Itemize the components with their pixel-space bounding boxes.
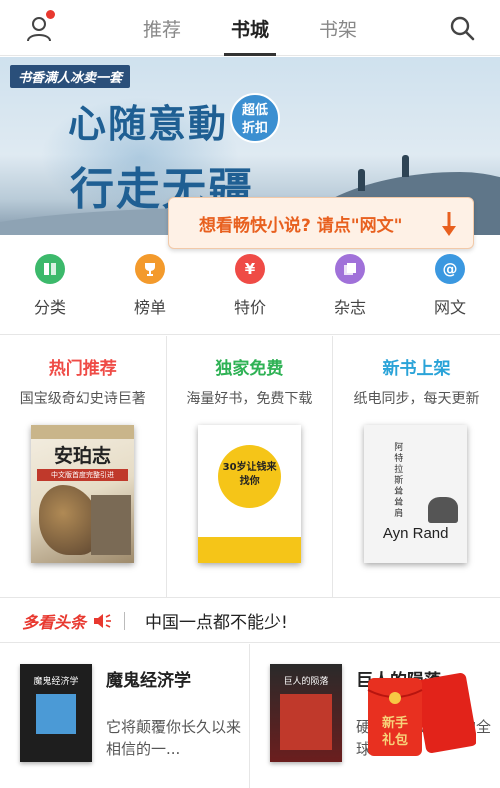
- book-cover-author: Ayn Rand: [382, 525, 449, 542]
- column-subtitle: 海量好书，免费下载: [186, 391, 313, 407]
- book-cover[interactable]: 30岁让钱来找你: [197, 425, 301, 563]
- book-cover-title: 30岁让钱来找你: [222, 462, 277, 487]
- badge-line-1: 超低: [241, 103, 268, 118]
- column-subtitle: 国宝级奇幻史诗巨著: [19, 391, 146, 407]
- book-cover-title: 阿特拉斯耸耸肩: [394, 443, 404, 519]
- gift-pack-line-2: 礼包: [382, 732, 408, 748]
- book-cover-badge: 中文版首度完整引进: [37, 469, 128, 481]
- quick-label: 杂志: [333, 298, 366, 317]
- quick-entries: 分类 榜单 ¥ 特价 杂志 @ 网文: [0, 250, 500, 335]
- quick-item-magazine[interactable]: 杂志: [300, 250, 400, 335]
- column-title: 新书上架: [382, 359, 451, 379]
- gift-pack-line-1: 新手: [382, 715, 408, 731]
- column-hot[interactable]: 热门推荐 国宝级奇幻史诗巨著 安珀志 中文版首度完整引进: [0, 336, 167, 598]
- banner-headline-1: 心随意動: [68, 101, 229, 146]
- trophy-icon: [135, 254, 165, 284]
- quick-label: 分类: [33, 298, 66, 317]
- walker-figure: [358, 169, 365, 191]
- at-icon: @: [435, 254, 465, 284]
- book-cover-title: 安珀志: [53, 445, 111, 467]
- quick-label: 特价: [233, 298, 266, 317]
- headline-brand: 多看头条: [22, 612, 87, 632]
- column-free[interactable]: 独家免费 海量好书，免费下载 30岁让钱来找你: [167, 336, 334, 598]
- headline-text: 中国一点都不能少!: [145, 613, 288, 633]
- main-tabs: 推荐 书城 书架: [130, 0, 370, 56]
- quick-label: 网文: [433, 298, 466, 317]
- featured-columns: 热门推荐 国宝级奇幻史诗巨著 安珀志 中文版首度完整引进 独家免费 海量好书，免…: [0, 336, 500, 598]
- walker-figure: [402, 155, 409, 177]
- quick-label: 榜单: [133, 298, 166, 317]
- book-cover-title: 魔鬼经济学: [33, 677, 79, 687]
- book-title: 魔鬼经济学: [106, 671, 191, 691]
- book-card[interactable]: 魔鬼经济学 魔鬼经济学 它将颠覆你长久以来相信的一...: [0, 644, 250, 788]
- notification-dot: [46, 10, 55, 19]
- web-novel-tip[interactable]: 想看畅快小说? 请点"网文": [168, 197, 474, 249]
- headline-bar[interactable]: 多看头条 中国一点都不能少!: [0, 599, 500, 643]
- discount-badge: 超低 折扣: [230, 93, 280, 143]
- book-cover-title: 巨人的陨落: [283, 677, 329, 687]
- column-new[interactable]: 新书上架 纸电同步，每天更新 阿特拉斯耸耸肩 Ayn Rand: [333, 336, 500, 598]
- column-title: 独家免费: [215, 359, 284, 379]
- tab-recommend[interactable]: 推荐: [130, 0, 194, 56]
- quick-item-special-price[interactable]: ¥ 特价: [200, 250, 300, 335]
- yen-icon: ¥: [235, 254, 265, 284]
- book-cover: 魔鬼经济学: [20, 664, 92, 762]
- tab-bookstore[interactable]: 书城: [218, 0, 282, 56]
- column-title: 热门推荐: [48, 359, 117, 379]
- top-nav-bar: 推荐 书城 书架: [0, 0, 500, 56]
- badge-line-2: 折扣: [241, 121, 268, 136]
- tip-text: 想看畅快小说? 请点"网文": [199, 215, 403, 236]
- banner-logo: 书香满人冰卖一套: [10, 65, 131, 88]
- quick-item-ranking[interactable]: 榜单: [100, 250, 200, 335]
- speaker-icon: [94, 613, 112, 628]
- book-icon: [35, 254, 65, 284]
- tab-bookshelf[interactable]: 书架: [306, 0, 370, 56]
- book-cover[interactable]: 安珀志 中文版首度完整引进: [31, 425, 134, 563]
- book-cover[interactable]: 阿特拉斯耸耸肩 Ayn Rand: [364, 425, 468, 563]
- book-description: 它将颠覆你长久以来相信的一...: [106, 718, 242, 758]
- gift-pack-button[interactable]: 新手 礼包: [364, 670, 476, 760]
- quick-item-web-novel[interactable]: @ 网文: [400, 250, 500, 335]
- arrow-down-icon: [442, 212, 456, 236]
- column-subtitle: 纸电同步，每天更新: [353, 391, 480, 407]
- magazine-icon: [335, 254, 365, 284]
- quick-item-category[interactable]: 分类: [0, 250, 100, 335]
- divider: [124, 611, 126, 630]
- book-cover: 巨人的陨落: [270, 664, 342, 762]
- search-icon[interactable]: [448, 14, 476, 42]
